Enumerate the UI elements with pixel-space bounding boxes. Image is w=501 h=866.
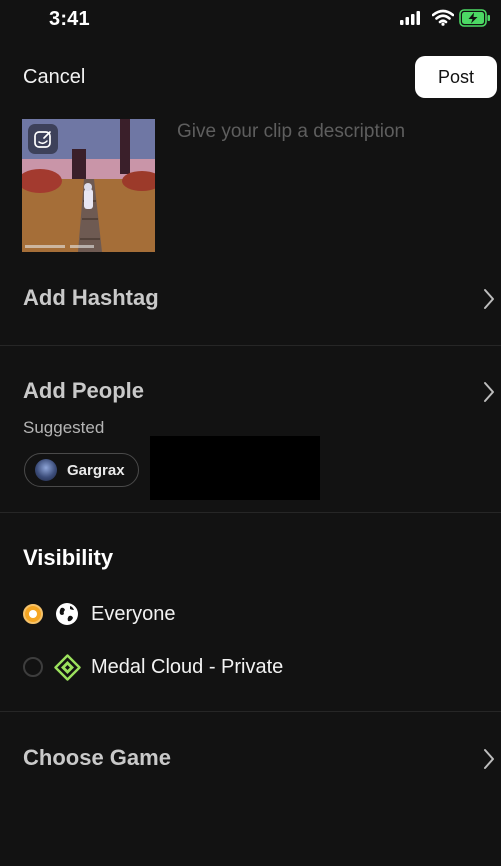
suggested-person-name: Gargrax [67,461,125,479]
post-button[interactable]: Post [415,56,497,98]
battery-charging-icon [459,9,490,27]
divider [0,711,501,712]
medal-cloud-icon [54,654,81,681]
chevron-right-icon[interactable] [482,288,496,310]
add-hashtag-row[interactable]: Add Hashtag [23,285,159,311]
visibility-everyone-radio[interactable] [23,604,43,624]
wifi-icon [432,9,454,26]
choose-game-row[interactable]: Choose Game [23,745,171,771]
suggested-label: Suggested [23,418,105,437]
globe-icon [56,603,78,625]
edit-clip-button[interactable] [28,124,58,154]
visibility-heading: Visibility [23,545,114,570]
add-people-row[interactable]: Add People [23,378,144,404]
chevron-right-icon[interactable] [482,381,496,403]
avatar [35,459,57,481]
redacted-area [150,436,320,500]
cancel-button[interactable]: Cancel [23,66,85,89]
visibility-private-radio[interactable] [23,657,43,677]
suggested-person-chip[interactable]: Gargrax [24,453,139,487]
status-time: 3:41 [49,8,90,30]
visibility-private-label[interactable]: Medal Cloud - Private [91,656,283,679]
description-input[interactable]: Give your clip a description [177,121,405,143]
edit-icon [34,131,51,148]
visibility-everyone-label[interactable]: Everyone [91,603,176,626]
divider [0,345,501,346]
chevron-right-icon[interactable] [482,748,496,770]
divider [0,512,501,513]
cellular-signal-icon [400,11,420,25]
